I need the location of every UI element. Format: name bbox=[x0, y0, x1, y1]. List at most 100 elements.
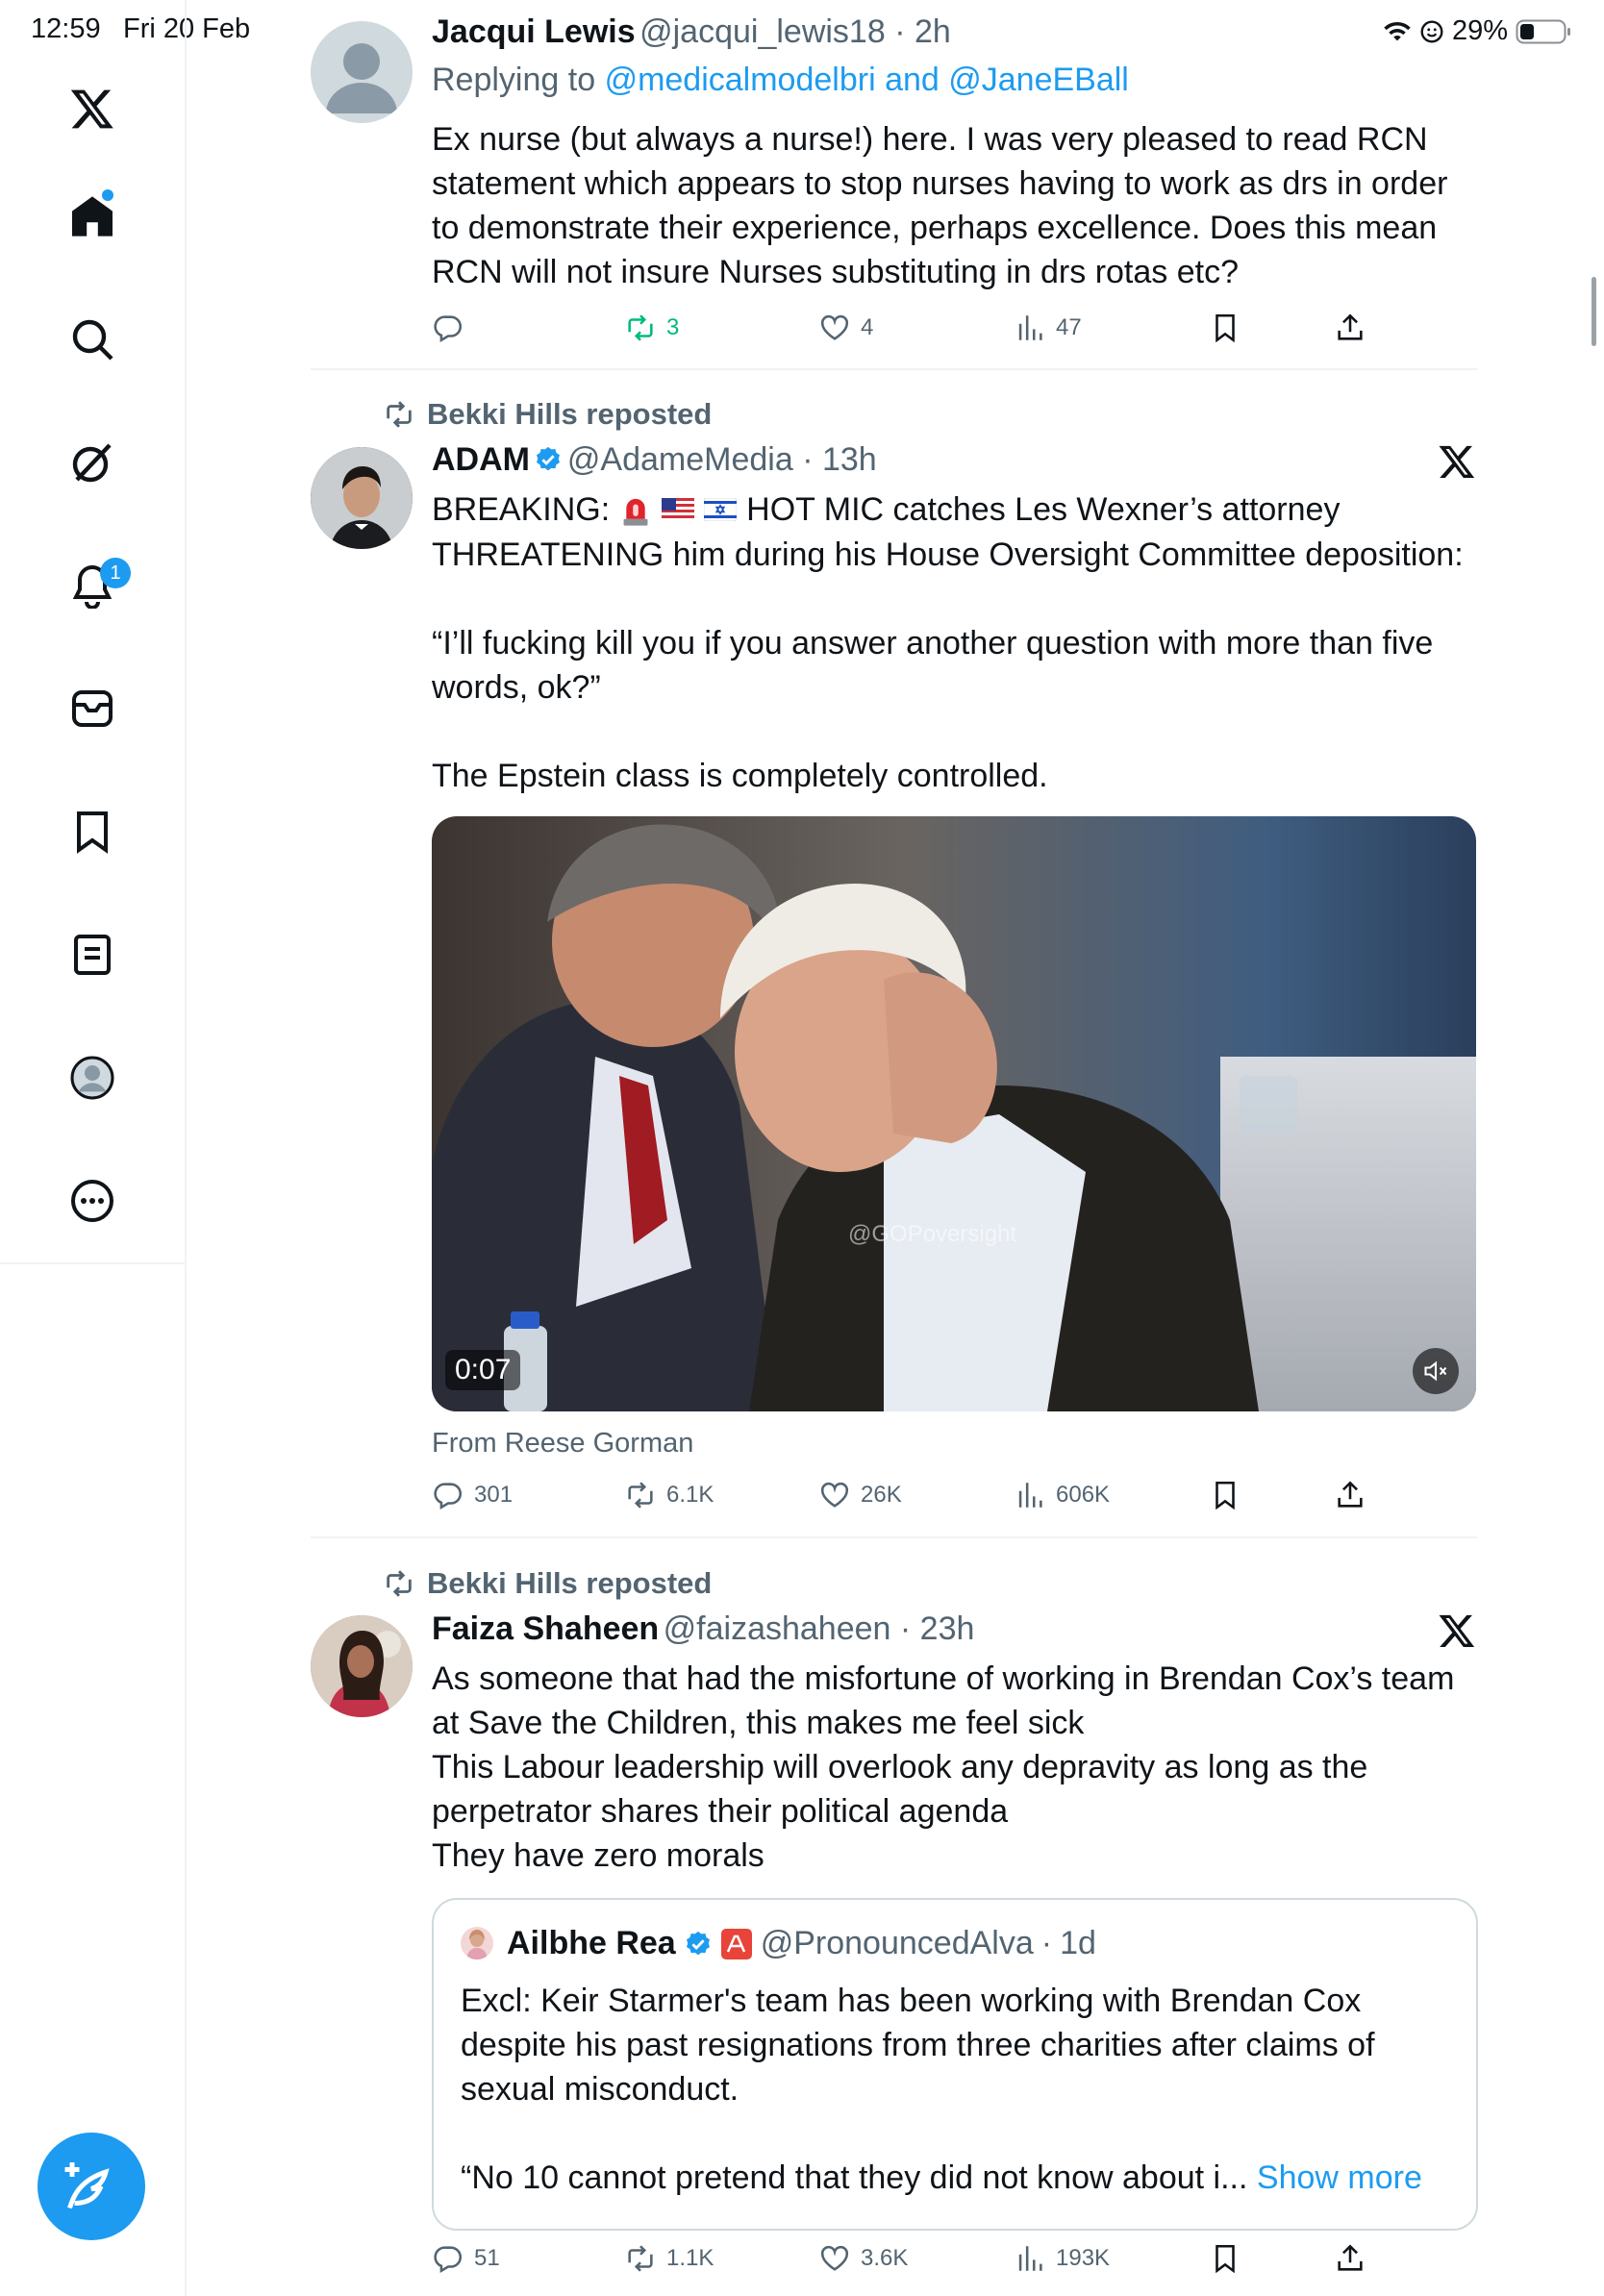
reply-button[interactable] bbox=[432, 312, 474, 344]
battery-icon bbox=[1516, 19, 1571, 43]
quote-text-continued: “No 10 cannot pretend that they did not … bbox=[461, 2156, 1461, 2200]
israel-flag-emoji-icon bbox=[704, 498, 738, 521]
author-handle[interactable]: @faizashaheen bbox=[664, 1610, 891, 1647]
x-logo-icon[interactable] bbox=[62, 78, 123, 139]
tweet-time[interactable]: 13h bbox=[822, 441, 877, 478]
us-flag-emoji-icon bbox=[662, 498, 695, 521]
reply-count: 301 bbox=[474, 1482, 514, 1508]
messages-icon[interactable] bbox=[62, 678, 123, 739]
home-icon[interactable] bbox=[62, 186, 123, 247]
repost-button[interactable]: 3 bbox=[624, 312, 679, 344]
video-player[interactable]: @GOPoversight 0:07 bbox=[432, 816, 1476, 1411]
tweet-divider bbox=[311, 1536, 1477, 1538]
bookmark-button[interactable] bbox=[1209, 2242, 1241, 2275]
tweet-time[interactable]: 23h bbox=[920, 1610, 975, 1647]
sidebar: 1 bbox=[0, 0, 187, 2296]
reply-button[interactable]: 301 bbox=[432, 1479, 513, 1511]
views-button[interactable]: 193K bbox=[1014, 2242, 1110, 2275]
tweet-actions: 51 1.1K 3.6K 193K bbox=[432, 2242, 1393, 2284]
repost-button[interactable]: 6.1K bbox=[624, 1479, 714, 1511]
avatar[interactable] bbox=[311, 1615, 413, 1717]
tweet-header: Faiza Shaheen @faizashaheen · 23h bbox=[432, 1610, 975, 1647]
repost-icon bbox=[628, 2245, 653, 2272]
quoted-tweet[interactable]: Ailbhe Rea @PronouncedAlva · 1d Excl: Keir… bbox=[432, 1898, 1478, 2231]
view-count: 47 bbox=[1056, 314, 1082, 340]
grok-icon[interactable] bbox=[62, 432, 123, 493]
verified-badge-icon bbox=[537, 446, 561, 471]
heart-icon bbox=[820, 2245, 849, 2271]
x-source-icon[interactable] bbox=[1438, 1611, 1476, 1650]
reply-icon bbox=[434, 1483, 463, 1510]
status-indicators: 29% bbox=[1383, 15, 1571, 47]
tweet-text-headline: HOT MIC catches Les Wexner’s attorney bbox=[746, 491, 1341, 528]
share-icon bbox=[1338, 1481, 1363, 1508]
quote-time[interactable]: 1d bbox=[1060, 1925, 1096, 1962]
like-button[interactable]: 26K bbox=[818, 1479, 902, 1511]
reposted-by-label[interactable]: Bekki Hills reposted bbox=[427, 397, 712, 432]
lists-icon[interactable] bbox=[62, 924, 123, 986]
reply-button[interactable]: 51 bbox=[432, 2242, 500, 2275]
author-handle[interactable]: @jacqui_lewis18 bbox=[639, 13, 886, 50]
repost-icon bbox=[387, 401, 412, 428]
compose-post-button[interactable] bbox=[38, 2133, 145, 2240]
replying-prefix: Replying to bbox=[432, 62, 596, 98]
heart-icon bbox=[820, 314, 849, 340]
x-source-icon[interactable] bbox=[1438, 442, 1476, 481]
replying-users-link[interactable]: @medicalmodelbri and @JaneEBall bbox=[605, 62, 1129, 98]
views-button[interactable]: 47 bbox=[1014, 312, 1082, 344]
author-name[interactable]: Faiza Shaheen bbox=[432, 1610, 659, 1647]
share-button[interactable] bbox=[1334, 2242, 1366, 2275]
repost-icon bbox=[628, 1482, 653, 1509]
video-duration: 0:07 bbox=[445, 1350, 521, 1390]
author-handle[interactable]: @AdameMedia bbox=[567, 441, 793, 478]
more-icon[interactable] bbox=[62, 1170, 123, 1232]
quote-author-handle[interactable]: @PronouncedAlva bbox=[761, 1925, 1034, 1962]
bookmark-icon bbox=[1216, 1481, 1235, 1510]
show-more-link[interactable]: Show more bbox=[1257, 2159, 1422, 2196]
views-icon bbox=[1018, 2246, 1042, 2271]
reply-icon bbox=[434, 315, 463, 343]
sidebar-divider bbox=[0, 1262, 185, 1264]
like-button[interactable]: 4 bbox=[818, 312, 873, 344]
search-icon[interactable] bbox=[62, 309, 123, 370]
scrollbar[interactable] bbox=[1591, 277, 1596, 346]
avatar[interactable] bbox=[311, 21, 413, 123]
share-button[interactable] bbox=[1334, 1479, 1366, 1511]
author-name[interactable]: ADAM bbox=[432, 441, 530, 478]
reply-count: 51 bbox=[474, 2245, 500, 2271]
tweet-time[interactable]: 2h bbox=[915, 13, 951, 50]
author-name[interactable]: Jacqui Lewis bbox=[432, 13, 636, 50]
mute-button[interactable] bbox=[1413, 1348, 1459, 1394]
bookmark-button[interactable] bbox=[1209, 312, 1241, 344]
repost-button[interactable]: 1.1K bbox=[624, 2242, 714, 2275]
like-button[interactable]: 3.6K bbox=[818, 2242, 908, 2275]
bookmark-icon bbox=[1216, 313, 1235, 343]
quote-avatar[interactable] bbox=[461, 1927, 493, 1959]
quote-author-name[interactable]: Ailbhe Rea bbox=[507, 1925, 676, 1962]
video-source[interactable]: From Reese Gorman bbox=[432, 1428, 693, 1460]
tweet-text: Ex nurse (but always a nurse!) here. I w… bbox=[432, 121, 1448, 290]
reposted-by-label[interactable]: Bekki Hills reposted bbox=[427, 1566, 712, 1601]
bookmarks-icon[interactable] bbox=[62, 801, 123, 862]
quote-text-truncated: “No 10 cannot pretend that they did not … bbox=[461, 2159, 1248, 2196]
profile-icon[interactable] bbox=[62, 1047, 123, 1109]
repost-icon bbox=[628, 314, 653, 341]
quote-text: Excl: Keir Starmer's team has been worki… bbox=[461, 1983, 1375, 2108]
muted-speaker-icon bbox=[1424, 1360, 1447, 1382]
view-count: 193K bbox=[1056, 2245, 1111, 2271]
video-thumbnail bbox=[432, 816, 1476, 1411]
views-button[interactable]: 606K bbox=[1014, 1479, 1110, 1511]
share-icon bbox=[1338, 2244, 1363, 2271]
share-button[interactable] bbox=[1334, 312, 1366, 344]
tweet-header: ADAM @AdameMedia · 13h bbox=[432, 441, 877, 478]
quote-header: Ailbhe Rea @PronouncedAlva · 1d bbox=[507, 1925, 1096, 1962]
notifications-badge: 1 bbox=[100, 558, 131, 588]
like-count: 4 bbox=[861, 314, 874, 340]
avatar[interactable] bbox=[311, 447, 413, 549]
repost-count: 1.1K bbox=[666, 2245, 714, 2271]
tweet-text-first-line: BREAKING: HOT MIC catches Les Wexner’s a… bbox=[432, 487, 1340, 532]
wifi-icon bbox=[1384, 21, 1411, 40]
like-count: 3.6K bbox=[861, 2245, 909, 2271]
tweet-actions: 301 6.1K 26K 606K bbox=[432, 1479, 1393, 1521]
bookmark-button[interactable] bbox=[1209, 1479, 1241, 1511]
